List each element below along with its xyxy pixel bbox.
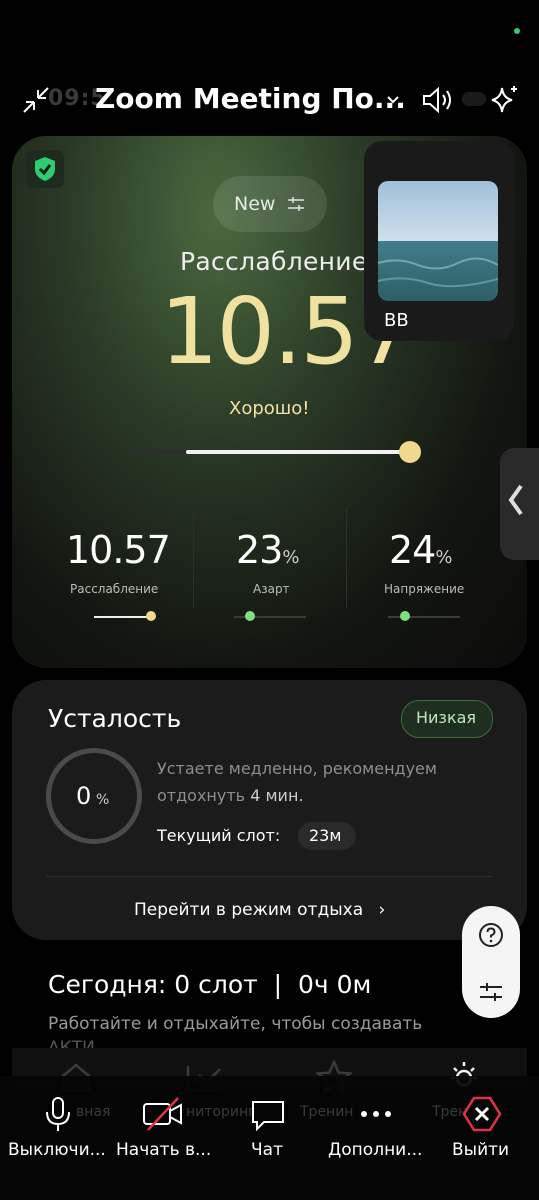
- start-video-label[interactable]: Начать в...: [116, 1140, 211, 1160]
- stat-tension: 24%: [389, 528, 452, 572]
- fatigue-desc-rest: отдохнуть: [157, 786, 246, 805]
- fatigue-percent-unit: %: [96, 792, 110, 808]
- rest-mode-link[interactable]: Перейти в режим отдыха ›: [134, 900, 385, 920]
- more-icon[interactable]: [356, 1094, 396, 1134]
- chevron-left-icon[interactable]: [506, 482, 526, 527]
- speaker-icon[interactable]: [420, 82, 456, 118]
- stat-relax-value: 10.57: [66, 528, 171, 572]
- relaxation-slider-fill: [186, 450, 410, 454]
- sparkle-icon[interactable]: [486, 82, 522, 118]
- camera-indicator-dot: [514, 28, 520, 34]
- shield-check-icon: [26, 150, 64, 188]
- stat-relax-fill: [94, 616, 149, 618]
- stat-tension-label: Напряжение: [384, 582, 465, 596]
- fatigue-desc-minutes: 4 мин.: [250, 786, 304, 805]
- chat-label[interactable]: Чат: [251, 1140, 283, 1160]
- today-title: Сегодня: 0 слот | 0ч 0м: [48, 970, 372, 999]
- divider: [193, 508, 194, 608]
- fatigue-desc-line2: отдохнуть 4 мин.: [157, 782, 487, 809]
- fatigue-title: Усталость: [48, 704, 182, 733]
- stat-tension-track: [388, 616, 460, 618]
- divider: [46, 876, 492, 877]
- participant-name: BB: [384, 310, 409, 331]
- rest-mode-label: Перейти в режим отдыха: [134, 900, 364, 920]
- current-slot-label: Текущий слот:: [157, 826, 281, 845]
- participant-avatar-image: [378, 181, 498, 301]
- microphone-icon[interactable]: [38, 1094, 78, 1134]
- stat-excitement: 23%: [236, 528, 299, 572]
- more-label[interactable]: Дополни...: [328, 1140, 422, 1160]
- stat-excitement-knob: [245, 611, 255, 621]
- stat-relax-knob: [146, 611, 156, 621]
- fatigue-description: Устаете медленно, рекомендуем отдохнуть …: [157, 755, 487, 809]
- leave-icon[interactable]: [462, 1094, 502, 1134]
- stat-excitement-unit: %: [282, 547, 300, 568]
- stat-excitement-value: 23: [236, 528, 283, 572]
- rating-label: Хорошо!: [229, 398, 310, 419]
- stat-tension-knob: [400, 611, 410, 621]
- current-slot-value: 23м: [309, 826, 342, 845]
- fatigue-ring: [46, 748, 142, 844]
- ghost-toggle: [462, 92, 486, 106]
- mute-button-label[interactable]: Выключи...: [8, 1140, 106, 1160]
- leave-label[interactable]: Выйти: [452, 1140, 509, 1160]
- mode-label: New: [234, 193, 276, 215]
- fatigue-desc-line1: Устаете медленно, рекомендуем: [157, 759, 437, 778]
- chevron-right-icon: ›: [378, 900, 386, 920]
- stat-relax-label: Расслабление: [70, 582, 159, 596]
- chevron-down-icon[interactable]: [386, 90, 400, 109]
- chat-icon[interactable]: [248, 1094, 288, 1134]
- fatigue-level-label: Низкая: [416, 708, 477, 727]
- fatigue-percent: 0: [76, 782, 92, 810]
- help-icon[interactable]: [478, 922, 504, 952]
- app-nav-home-label: вная: [76, 1104, 111, 1120]
- today-description: Работайте и отдыхайте, чтобы создавать: [48, 1014, 423, 1034]
- stat-excitement-label: Азарт: [253, 582, 290, 596]
- meeting-title[interactable]: Zoom Meeting По...: [95, 82, 406, 115]
- divider: [346, 508, 347, 608]
- relaxation-slider-knob[interactable]: [399, 441, 421, 463]
- settings-sliders-icon[interactable]: [478, 980, 504, 1008]
- app-nav-training-label: Тренин: [300, 1104, 354, 1120]
- sliders-icon: [287, 196, 305, 212]
- stat-tension-value: 24: [389, 528, 436, 572]
- relaxation-title: Расслабление: [180, 247, 368, 276]
- stat-tension-unit: %: [435, 547, 453, 568]
- video-off-icon[interactable]: [142, 1094, 182, 1134]
- app-nav-monitoring-label: ниторинг: [186, 1104, 256, 1120]
